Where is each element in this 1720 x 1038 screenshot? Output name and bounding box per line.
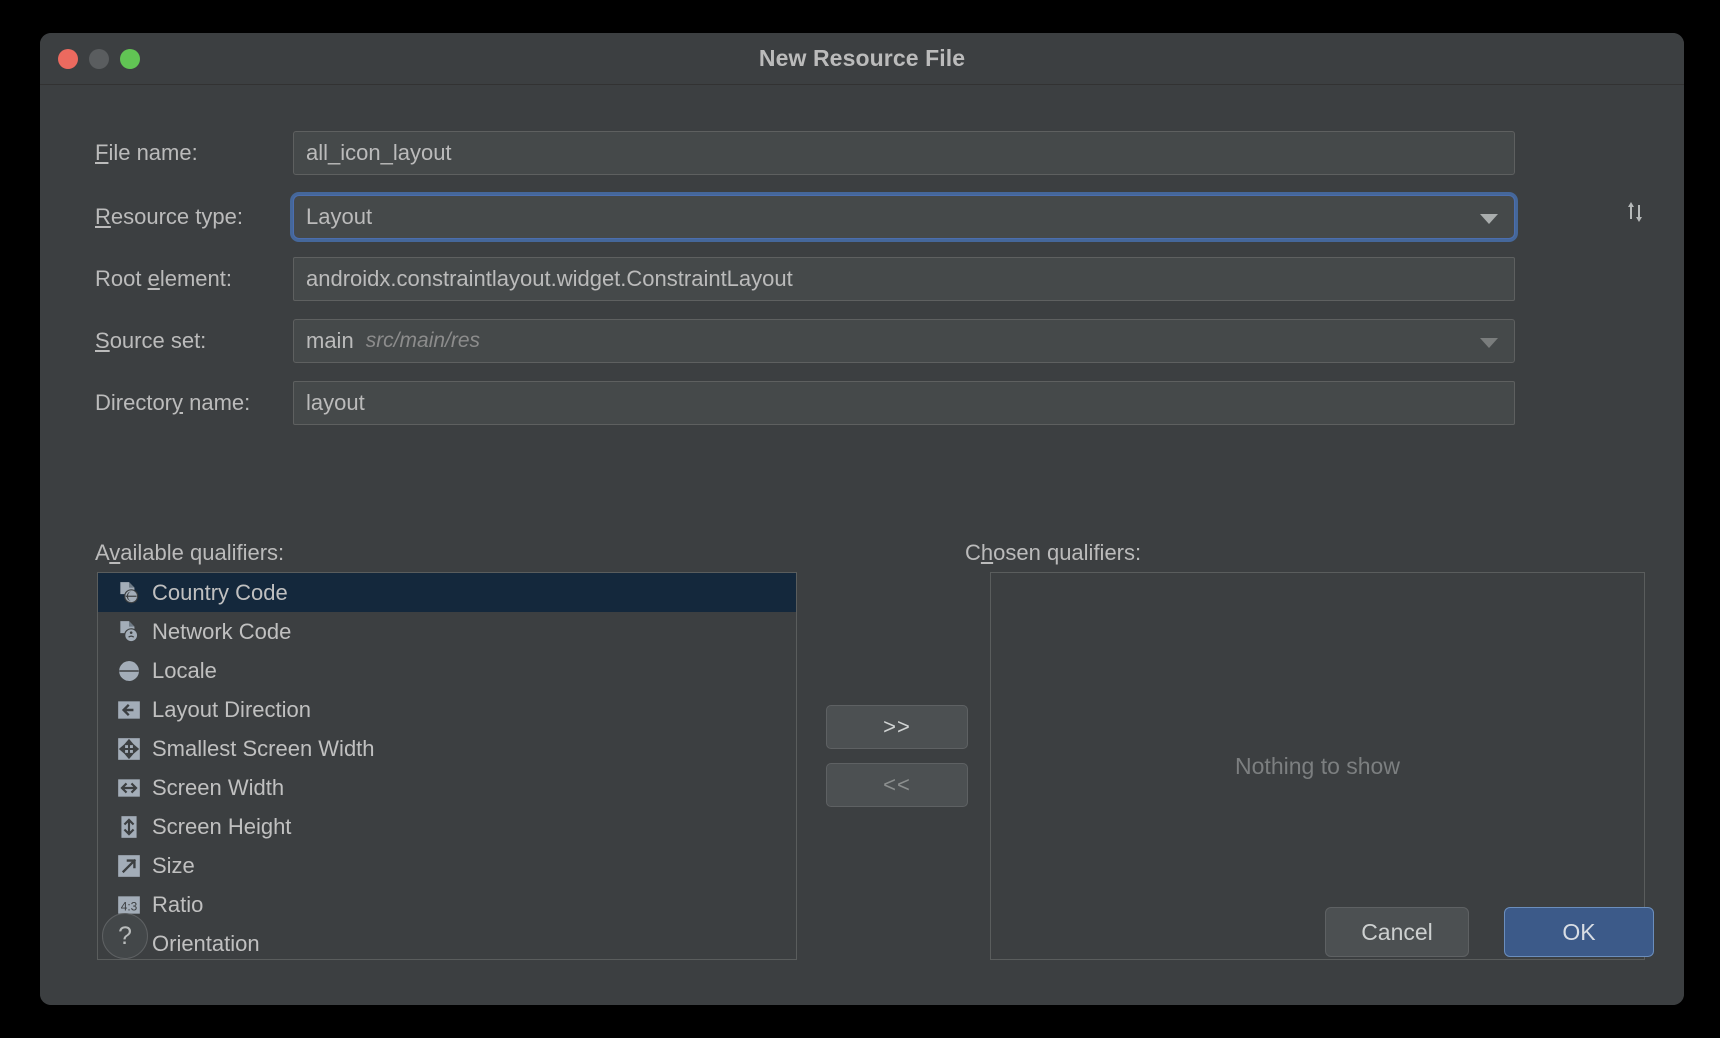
root-element-mnemonic: e [147, 266, 160, 291]
minimize-window-icon[interactable] [89, 48, 109, 69]
diagonal-arrow-icon [116, 853, 142, 879]
list-item[interactable]: Country Code [98, 573, 796, 612]
source-set-path: src/main/res [365, 329, 481, 352]
file-globe-icon [116, 580, 142, 606]
arrows-vertical-icon [116, 814, 142, 840]
four-way-arrows-icon [116, 736, 142, 762]
list-item-label: Screen Height [152, 813, 292, 839]
row-root-element: Root element: androidx.constraintlayout.… [95, 257, 1654, 301]
row-source-set: Source set: main src/main/res [95, 319, 1654, 363]
source-set-label: Source set: [95, 328, 207, 353]
close-window-icon[interactable] [58, 48, 78, 69]
dialog-body: File name: all_icon_layout Resource type… [40, 85, 1684, 1005]
source-set-mnemonic: S [95, 328, 110, 353]
source-set-dropdown[interactable]: main src/main/res [293, 319, 1515, 363]
resource-type-value: Layout [306, 204, 373, 229]
window-title: New Resource File [758, 45, 966, 71]
arrows-horizontal-icon [116, 775, 142, 801]
transfer-buttons: >> << [826, 705, 968, 807]
list-item[interactable]: Network Code [98, 612, 796, 651]
chevron-down-icon [1480, 338, 1498, 348]
list-item-label: Size [152, 852, 195, 878]
root-element-input[interactable]: androidx.constraintlayout.widget.Constra… [293, 257, 1515, 301]
traffic-lights [58, 48, 140, 69]
resource-type-mnemonic: R [95, 204, 111, 229]
file-name-input[interactable]: all_icon_layout [293, 131, 1515, 175]
chevron-down-icon [1480, 214, 1498, 224]
row-resource-type: Resource type: Layout [95, 195, 1654, 239]
new-resource-file-dialog: New Resource File File name: all_icon_la… [40, 33, 1684, 1005]
directory-name-value: layout [306, 390, 365, 415]
arrow-left-icon [116, 697, 142, 723]
list-item[interactable]: Locale [98, 651, 796, 690]
remove-qualifier-button[interactable]: << [826, 763, 968, 807]
cancel-button[interactable]: Cancel [1325, 907, 1469, 957]
available-qualifiers-label: Available qualifiers: [95, 540, 285, 565]
list-item-label: Country Code [152, 579, 288, 605]
root-element-label: Root element: [95, 266, 232, 291]
root-element-value: androidx.constraintlayout.widget.Constra… [306, 266, 793, 291]
list-item[interactable]: Screen Height [98, 807, 796, 846]
help-button[interactable]: ? [102, 913, 148, 959]
file-name-label: File name: [95, 140, 198, 165]
row-file-name: File name: all_icon_layout [95, 131, 1654, 175]
list-item[interactable]: Size [98, 846, 796, 885]
list-item[interactable]: Layout Direction [98, 690, 796, 729]
resource-type-label: Resource type: [95, 204, 243, 229]
directory-name-input[interactable]: layout [293, 381, 1515, 425]
available-qualifiers-mnemonic: v [109, 540, 121, 565]
file-name-mnemonic: F [95, 140, 109, 165]
chosen-qualifiers-mnemonic: h [980, 540, 994, 565]
sort-up-down-icon[interactable] [1616, 192, 1656, 232]
row-directory-name: Directory name: layout [95, 381, 1654, 425]
list-item-label: Layout Direction [152, 696, 311, 722]
directory-name-mnemonic: y [172, 390, 184, 415]
globe-icon [116, 658, 142, 684]
list-item-label: Smallest Screen Width [152, 735, 375, 761]
list-item-label: Locale [152, 657, 217, 683]
list-item[interactable]: Smallest Screen Width [98, 729, 796, 768]
maximize-window-icon[interactable] [120, 48, 140, 69]
chosen-qualifiers-label: Chosen qualifiers: [965, 540, 1142, 565]
title-bar: New Resource File [40, 33, 1684, 85]
file-network-icon [116, 619, 142, 645]
add-qualifier-button[interactable]: >> [826, 705, 968, 749]
dialog-footer: ? Cancel OK [40, 895, 1684, 1005]
list-item-label: Network Code [152, 618, 292, 644]
ok-button[interactable]: OK [1504, 907, 1654, 957]
resource-type-dropdown[interactable]: Layout [293, 195, 1515, 239]
list-item[interactable]: Screen Width [98, 768, 796, 807]
empty-state-text: Nothing to show [1235, 752, 1400, 779]
screen: New Resource File File name: all_icon_la… [0, 0, 1720, 1038]
directory-name-label: Directory name: [95, 390, 251, 415]
source-set-value: main [306, 328, 354, 353]
file-name-value: all_icon_layout [306, 140, 452, 165]
list-item-label: Screen Width [152, 774, 285, 800]
